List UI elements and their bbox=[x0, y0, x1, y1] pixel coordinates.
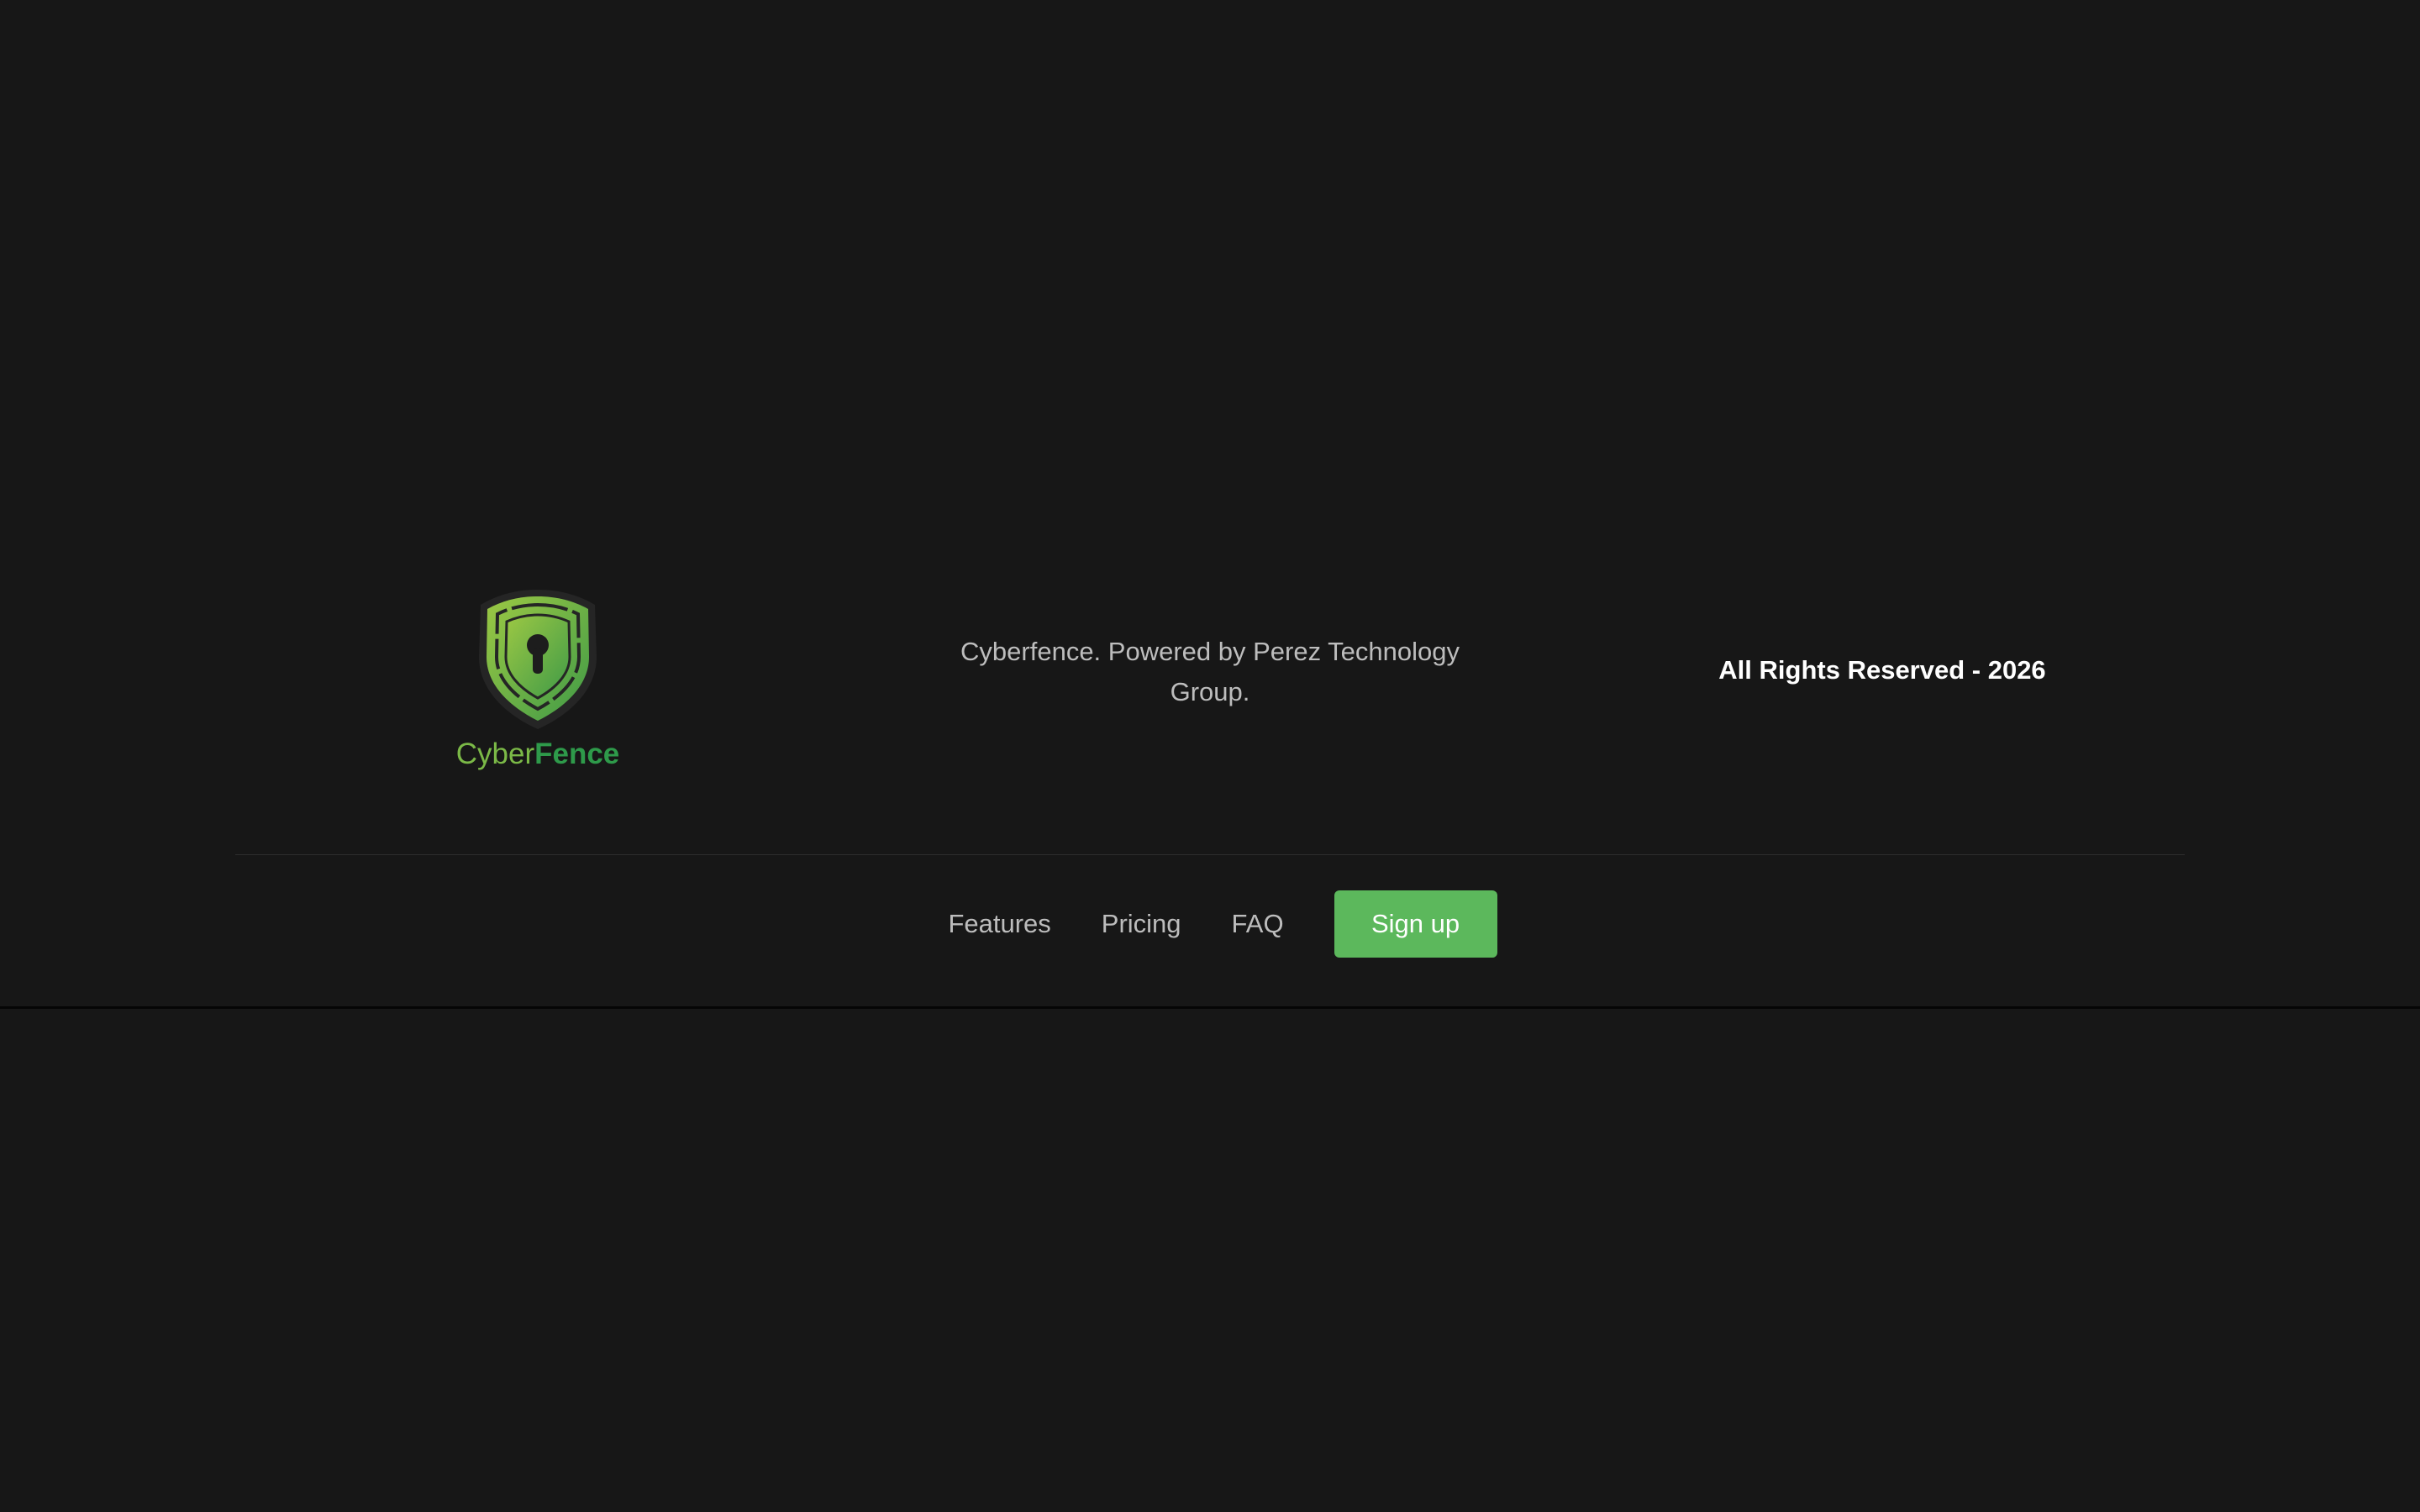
nav-link-faq[interactable]: FAQ bbox=[1232, 909, 1284, 939]
footer-divider bbox=[235, 854, 2185, 855]
nav-link-features[interactable]: Features bbox=[948, 909, 1050, 939]
brand-name-cyber: Cyber bbox=[455, 738, 535, 770]
brand-wordmark: CyberFence bbox=[437, 738, 639, 771]
nav-link-pricing[interactable]: Pricing bbox=[1102, 909, 1181, 939]
brand-name-fence: Fence bbox=[534, 738, 620, 770]
site-footer: CyberFence Cyberfence. Powered by Perez … bbox=[0, 0, 2420, 1009]
page: CyberFence Cyberfence. Powered by Perez … bbox=[0, 0, 2420, 1512]
footer-tagline: Cyberfence. Powered by Perez Technology … bbox=[960, 637, 1460, 706]
copyright-text: All Rights Reserved - 2026 bbox=[1718, 655, 2046, 685]
footer-nav: Features Pricing FAQ Sign up bbox=[0, 890, 2420, 958]
signup-button[interactable]: Sign up bbox=[1334, 890, 1497, 958]
shield-keyhole-icon bbox=[479, 590, 597, 729]
footer-bottom-border bbox=[0, 1006, 2420, 1009]
